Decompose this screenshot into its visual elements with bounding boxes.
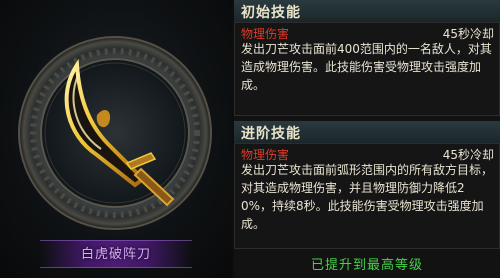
- skill-emblem: [18, 36, 212, 230]
- max-level-status: 已提升到最高等级: [310, 258, 423, 273]
- advanced-skill-title: 进阶技能: [241, 126, 301, 142]
- initial-description: 发出刀芒攻击面前400范围内的一名敌人，对其造成物理伤害。此技能伤害受物理攻击强…: [241, 42, 492, 92]
- skill-name: 白虎破阵刀: [80, 247, 151, 262]
- advanced-description: 发出刀芒攻击面前弧形范围内的所有敌方目标，对其造成物理伤害，并且物理防御力降低2…: [241, 163, 494, 231]
- initial-skill-title: 初始技能: [241, 5, 301, 21]
